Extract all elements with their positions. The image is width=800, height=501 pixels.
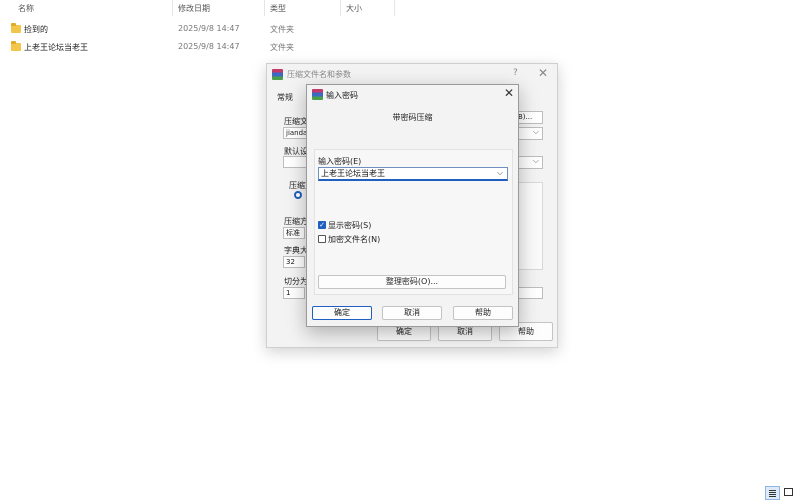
column-name[interactable]: 名称 xyxy=(18,3,34,14)
close-icon[interactable]: ✕ xyxy=(538,66,548,80)
folder-icon xyxy=(11,41,21,51)
help-icon[interactable]: ? xyxy=(513,68,518,78)
method-field[interactable]: 标准 xyxy=(283,227,305,239)
default-profile-field[interactable] xyxy=(283,156,307,168)
help-button[interactable]: 帮助 xyxy=(453,306,513,320)
password-input[interactable] xyxy=(318,167,508,181)
file-row[interactable]: 上老王论坛当老王 2025/9/8 14:47 文件夹 xyxy=(0,40,800,56)
column-size[interactable]: 大小 xyxy=(346,3,362,14)
ok-button[interactable]: 确定 xyxy=(312,306,372,320)
sort-chevron-icon[interactable]: ⌃ xyxy=(88,0,96,5)
chevron-down-icon[interactable]: ⌵ xyxy=(497,168,503,178)
file-row[interactable]: 捡到的 2025/9/8 14:47 文件夹 xyxy=(0,22,800,38)
dictionary-field[interactable]: 32 xyxy=(283,256,305,268)
column-type[interactable]: 类型 xyxy=(270,3,286,14)
format-radio[interactable] xyxy=(294,191,302,199)
column-divider[interactable] xyxy=(172,0,173,16)
cancel-button[interactable]: 取消 xyxy=(382,306,442,320)
file-type: 文件夹 xyxy=(270,43,294,52)
encrypt-filenames-label[interactable]: 加密文件名(N) xyxy=(328,234,380,245)
view-toggle xyxy=(765,486,797,500)
password-label: 输入密码(E) xyxy=(318,157,362,166)
file-date: 2025/9/8 14:47 xyxy=(178,24,240,33)
split-label: 切分为 xyxy=(284,277,308,286)
show-password-label[interactable]: 显示密码(S) xyxy=(328,220,371,231)
archive-name-field[interactable]: jiandao xyxy=(283,127,312,139)
dialog-title: 压缩文件名和参数 xyxy=(287,70,351,79)
column-divider[interactable] xyxy=(394,0,395,16)
column-header: ⌃ 名称 修改日期 类型 大小 xyxy=(0,0,800,18)
dialog-title: 输入密码 xyxy=(326,91,358,100)
file-type: 文件夹 xyxy=(270,25,294,34)
split-field[interactable]: 1 xyxy=(283,287,305,299)
column-divider[interactable] xyxy=(340,0,341,16)
tiles-view-icon[interactable] xyxy=(784,488,793,496)
split-unit-field[interactable] xyxy=(517,287,543,299)
close-icon[interactable]: ✕ xyxy=(504,86,514,100)
folder-icon xyxy=(11,23,21,33)
file-name: 捡到的 xyxy=(24,25,48,34)
browse-button[interactable]: B)... xyxy=(517,111,543,124)
encrypt-filenames-checkbox[interactable] xyxy=(318,235,326,243)
archive-name-combo[interactable] xyxy=(517,127,543,140)
file-date: 2025/9/8 14:47 xyxy=(178,42,240,51)
profile-combo[interactable] xyxy=(517,156,543,169)
organize-passwords-button[interactable]: 整理密码(O)... xyxy=(318,275,506,289)
show-password-checkbox[interactable]: ✓ xyxy=(318,221,326,229)
password-dialog: 输入密码 ✕ 带密码压缩 输入密码(E) ⌵ ✓ 显示密码(S) 加密文件名(N… xyxy=(306,84,519,327)
details-view-icon[interactable] xyxy=(765,486,780,500)
method-label: 压缩方 xyxy=(284,217,308,226)
tab-general[interactable]: 常规 xyxy=(277,92,293,103)
column-divider[interactable] xyxy=(264,0,265,16)
column-date[interactable]: 修改日期 xyxy=(178,3,210,14)
dialog-heading: 带密码压缩 xyxy=(392,113,433,122)
archive-name-label: 压缩文 xyxy=(284,117,308,126)
winrar-icon xyxy=(272,69,283,80)
winrar-icon xyxy=(312,89,323,100)
dictionary-label: 字典大 xyxy=(284,246,308,255)
file-name: 上老王论坛当老王 xyxy=(24,43,88,52)
